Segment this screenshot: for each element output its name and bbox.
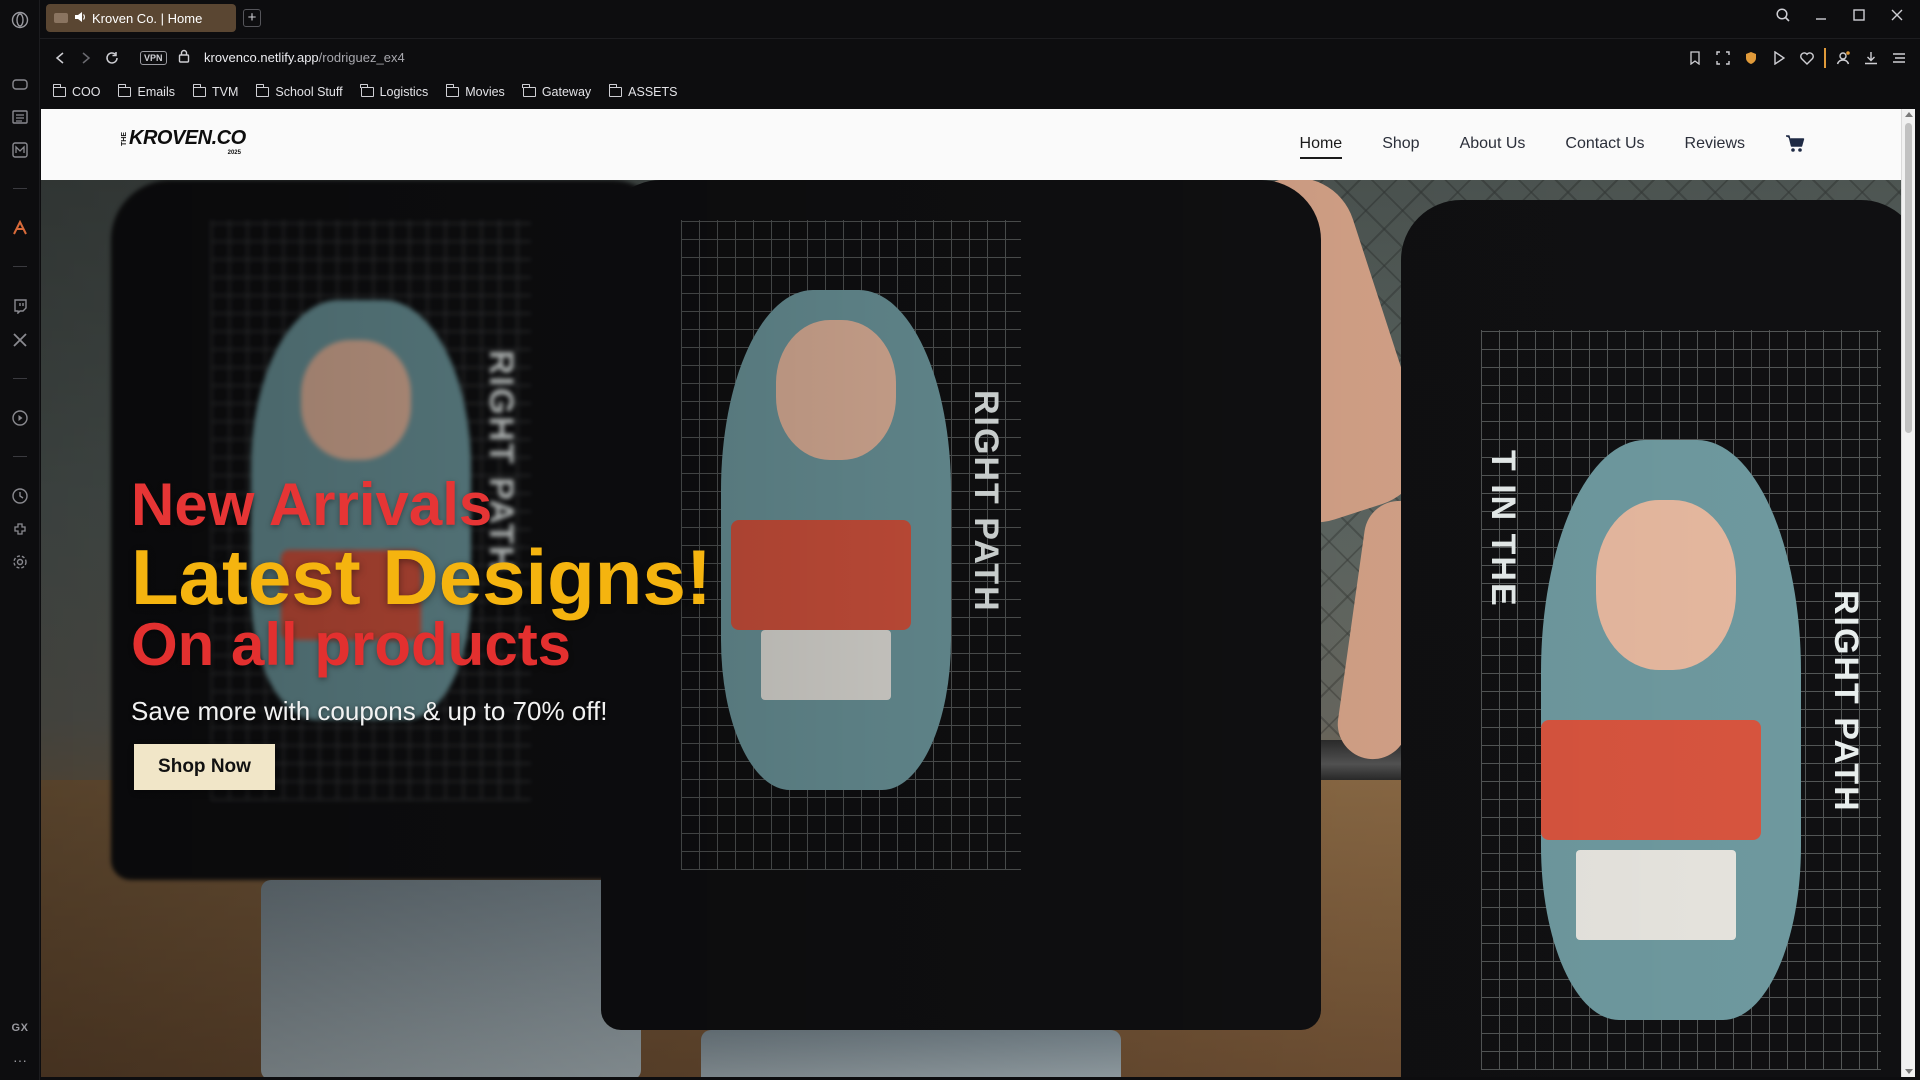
speaker-icon[interactable] [74, 11, 86, 26]
nav-reviews[interactable]: Reviews [1685, 135, 1745, 153]
logo-wordmark: KROVEN.CO [129, 127, 246, 149]
nav-shop[interactable]: Shop [1382, 135, 1419, 153]
bookmark-label: Movies [465, 85, 505, 99]
opera-logo-icon[interactable] [8, 8, 32, 32]
site-logo[interactable]: THE KROVEN.CO 2025 [121, 127, 246, 156]
aria-icon[interactable] [8, 216, 32, 240]
logo-prefix: THE [121, 132, 128, 146]
download-icon[interactable] [1860, 48, 1882, 68]
folder-icon [118, 84, 132, 97]
folder-icon [445, 84, 460, 97]
snapshot-icon[interactable] [1712, 48, 1734, 68]
url-path: /rodriguez_ex4 [318, 50, 405, 65]
bookmark-folder[interactable]: School Stuff [255, 84, 343, 99]
bookmark-folder[interactable]: TVM [192, 84, 239, 99]
tab-active[interactable]: Kroven Co. | Home [46, 4, 236, 32]
folder-icon [52, 84, 66, 97]
page-viewport: THE KROVEN.CO 2025 Home Shop About Us Co… [41, 109, 1901, 1077]
scroll-up-icon[interactable] [1905, 112, 1913, 117]
address-bar: VPN krovenco.netlify.app/rodriguez_ex4 [40, 38, 1920, 76]
bookmark-label: TVM [212, 85, 239, 99]
hero-banner: RIGHT PATH RIGHT PATH [41, 180, 1901, 1077]
window-controls [1774, 6, 1906, 24]
heart-icon[interactable] [1796, 48, 1818, 68]
maximize-icon[interactable] [1850, 6, 1868, 24]
bookmark-folder[interactable]: Logistics [360, 84, 429, 99]
nav-home[interactable]: Home [1299, 135, 1342, 159]
cart-icon[interactable] [1785, 135, 1805, 153]
url-domain: krovenco.netlify.app [204, 50, 319, 65]
folder-icon [522, 84, 536, 97]
bookmark-label: Gateway [541, 85, 592, 99]
player-icon[interactable] [8, 406, 32, 430]
scroll-down-icon[interactable] [1905, 1069, 1913, 1074]
shop-now-button[interactable]: Shop Now [134, 744, 275, 790]
search-icon[interactable] [1774, 6, 1792, 24]
toolbar-right [1684, 48, 1910, 68]
url-field[interactable]: krovenco.netlify.app/rodriguez_ex4 [204, 50, 405, 65]
bookmark-folder[interactable]: Movies [445, 84, 505, 99]
sidebar-divider [13, 378, 27, 379]
sidebar-divider [13, 188, 27, 189]
minimize-icon[interactable] [1812, 6, 1830, 24]
page-scrollbar[interactable] [1901, 109, 1915, 1077]
reload-icon[interactable] [102, 48, 122, 68]
folder-icon [255, 84, 270, 97]
back-icon[interactable] [50, 48, 70, 68]
bookmark-folder[interactable]: ASSETS [608, 84, 678, 99]
tab-title: Kroven Co. | Home [92, 10, 203, 26]
bookmark-label: School Stuff [275, 85, 343, 99]
bookmark-label: Logistics [379, 85, 429, 99]
mail-m-icon[interactable] [8, 138, 32, 162]
tab-favicon-icon [54, 13, 68, 23]
twitch-icon[interactable] [8, 294, 32, 318]
sidebar-divider [13, 456, 27, 457]
bookmark-folder[interactable]: Gateway [522, 84, 592, 99]
bookmark-page-icon[interactable] [1684, 48, 1706, 68]
controller-icon[interactable] [8, 72, 32, 96]
forward-icon[interactable] [76, 48, 96, 68]
x-twitter-icon[interactable] [8, 328, 32, 352]
hero-line-new-arrivals: New Arrivals [131, 471, 493, 538]
new-tab-button[interactable]: + [243, 9, 261, 27]
tab-bar: Kroven Co. | Home + [40, 0, 1920, 36]
profile-icon[interactable] [1832, 48, 1854, 68]
nav-contact-us[interactable]: Contact Us [1565, 135, 1644, 153]
sidebar-more-icon[interactable]: ··· [0, 1052, 40, 1068]
hero-line-all-products: On all products [131, 611, 572, 678]
browser-sidebar: GX ··· [0, 0, 40, 1080]
news-icon[interactable] [8, 105, 32, 129]
play-icon[interactable] [1768, 48, 1790, 68]
bookmark-label: Emails [137, 85, 175, 99]
bookmarks-bar: COO Emails TVM School Stuff Logistics Mo… [40, 76, 1920, 108]
folder-icon [608, 84, 623, 97]
scrollbar-thumb[interactable] [1905, 123, 1912, 433]
bookmark-label: COO [72, 85, 101, 99]
toolbar-divider [1824, 48, 1826, 68]
nav-about-us[interactable]: About Us [1460, 135, 1526, 153]
bookmark-label: ASSETS [628, 85, 678, 99]
history-icon[interactable] [8, 484, 32, 508]
lock-icon[interactable] [178, 49, 190, 68]
gx-control-badge[interactable]: GX [0, 1022, 40, 1034]
folder-icon [360, 84, 374, 97]
easy-setup-menu-icon[interactable] [1888, 48, 1910, 68]
folder-icon [192, 84, 206, 97]
vpn-badge[interactable]: VPN [140, 51, 167, 65]
sidebar-divider [13, 266, 27, 267]
settings-gear-icon[interactable] [8, 550, 32, 574]
hero-subtitle: Save more with coupons & up to 70% off! [131, 696, 608, 726]
site-header: THE KROVEN.CO 2025 Home Shop About Us Co… [41, 109, 1901, 180]
bookmark-folder[interactable]: COO [52, 84, 101, 99]
close-icon[interactable] [1888, 6, 1906, 24]
logo-year: 2025 [227, 150, 241, 156]
bookmark-folder[interactable]: Emails [118, 84, 175, 99]
extensions-icon[interactable] [8, 517, 32, 541]
shield-icon[interactable] [1740, 48, 1762, 68]
main-nav: Home Shop About Us Contact Us Reviews [1299, 135, 1805, 159]
